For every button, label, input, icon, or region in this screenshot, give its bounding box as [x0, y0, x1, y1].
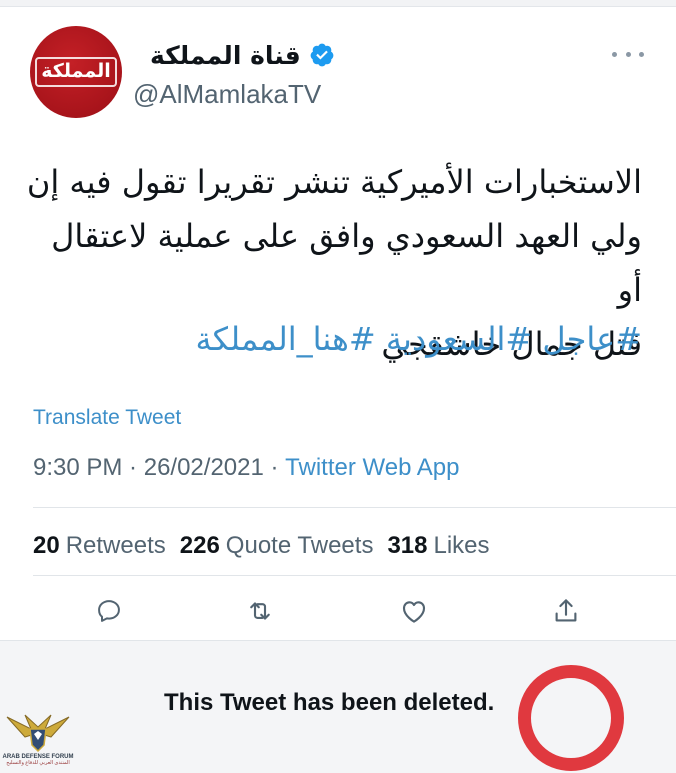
meta-separator: ·: [122, 454, 144, 481]
retweet-icon[interactable]: [242, 593, 278, 629]
forum-watermark: ARAB DEFENSE FORUM المنتدى العربي للدفاع…: [2, 707, 74, 773]
eagle-emblem-icon: [6, 714, 70, 753]
avatar[interactable]: المملكة: [30, 26, 122, 118]
likes-stat[interactable]: 318 Likes: [387, 532, 489, 560]
top-separator: [0, 0, 676, 7]
hashtags[interactable]: #عاجل #السعودية #هنا_المملكة: [22, 320, 642, 358]
deleted-tweet-notice: This Tweet has been deleted. ARAB DEFENS…: [0, 640, 676, 773]
verified-badge-icon: [310, 43, 334, 67]
deleted-notice-text: This Tweet has been deleted.: [164, 689, 495, 716]
display-name-text: قناة المملكة: [150, 40, 301, 70]
tweet-card: المملكة قناة المملكة @AlMamlakaTV الاستخ…: [0, 7, 676, 640]
translate-tweet-link[interactable]: Translate Tweet: [33, 406, 181, 430]
user-handle[interactable]: @AlMamlakaTV: [133, 79, 321, 110]
quote-tweets-count: 226: [179, 532, 220, 559]
user-display-name[interactable]: قناة المملكة: [150, 37, 335, 73]
red-circle-annotation: [518, 665, 624, 771]
watermark-subtitle: المنتدى العربي للدفاع والتسليح: [6, 760, 70, 766]
tweet-metadata: 9:30 PM · 26/02/2021 · Twitter Web App: [33, 454, 459, 482]
tweet-time[interactable]: 9:30 PM: [33, 454, 122, 482]
divider: [33, 507, 676, 508]
reply-icon[interactable]: [91, 593, 127, 629]
tweet-source[interactable]: Twitter Web App: [285, 454, 459, 482]
tweet-text-line: الاستخبارات الأميركية تنشر تقريرا تقول ف…: [26, 163, 642, 201]
more-options-icon[interactable]: [612, 49, 644, 59]
likes-count: 318: [387, 532, 428, 559]
tweet-stats: 20 Retweets 226 Quote Tweets 318 Likes: [33, 532, 504, 560]
tweet-date[interactable]: 26/02/2021: [144, 454, 264, 482]
tweet-actions: [0, 593, 676, 633]
share-icon[interactable]: [548, 593, 584, 629]
likes-label: Likes: [433, 532, 490, 559]
brand-logo: المملكة: [35, 57, 117, 87]
retweets-count: 20: [33, 532, 60, 559]
retweets-label: Retweets: [65, 532, 166, 559]
meta-separator: ·: [263, 454, 286, 481]
quote-tweets-label: Quote Tweets: [225, 532, 374, 559]
divider: [33, 575, 676, 576]
like-icon[interactable]: [396, 593, 432, 629]
quote-tweets-stat[interactable]: 226 Quote Tweets: [180, 532, 374, 560]
tweet-text-line: ولي العهد السعودي وافق على عملية لاعتقال…: [51, 217, 642, 309]
retweets-stat[interactable]: 20 Retweets: [33, 532, 166, 560]
